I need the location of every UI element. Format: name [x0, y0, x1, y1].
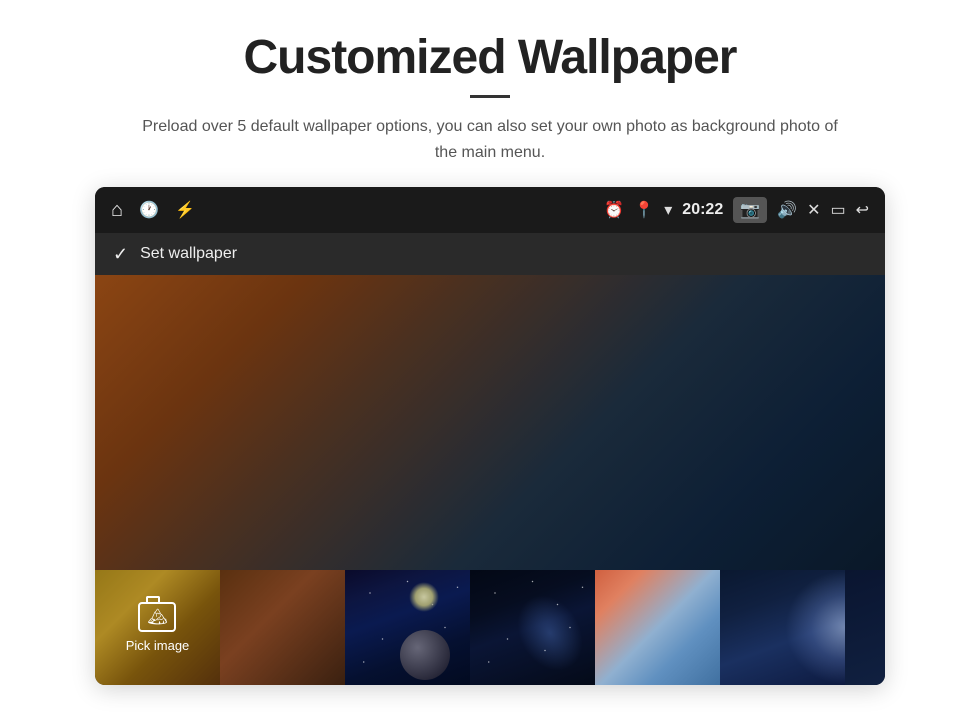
thumbnail-dark[interactable] — [845, 570, 885, 685]
thumbnail-space1[interactable] — [345, 570, 470, 685]
planet-shape — [400, 630, 450, 680]
home-icon[interactable]: ⌂ — [111, 199, 123, 222]
page-wrapper: Customized Wallpaper Preload over 5 defa… — [0, 0, 980, 726]
title-divider — [470, 95, 510, 98]
set-wallpaper-label: Set wallpaper — [140, 245, 237, 263]
volume-icon[interactable]: 🔊 — [777, 200, 797, 220]
thumbnail-wave[interactable] — [595, 570, 720, 685]
pick-image-label: 🏔 Pick image — [126, 602, 190, 653]
device-frame: ⌂ 🕐 ⚡ ⏰ 📍 ▾ 20:22 📷 🔊 ✕ ▭ ↩ ✓ Set wallp — [95, 187, 885, 685]
wifi-icon: ▾ — [664, 200, 672, 220]
back-icon[interactable]: ↩ — [856, 200, 869, 220]
status-bar: ⌂ 🕐 ⚡ ⏰ 📍 ▾ 20:22 📷 🔊 ✕ ▭ ↩ — [95, 187, 885, 233]
status-bar-right: ⏰ 📍 ▾ 20:22 📷 🔊 ✕ ▭ ↩ — [604, 197, 869, 223]
alarm-icon: ⏰ — [604, 200, 624, 220]
thumbnail-pick-image[interactable]: 🏔 Pick image — [95, 570, 220, 685]
camera-button[interactable]: 📷 — [733, 197, 767, 223]
wallpaper-preview — [95, 275, 885, 570]
page-title: Customized Wallpaper — [244, 30, 737, 85]
check-icon: ✓ — [113, 244, 128, 265]
close-icon[interactable]: ✕ — [807, 200, 820, 220]
pick-image-text: Pick image — [126, 638, 190, 653]
camera-icon: 📷 — [740, 200, 760, 220]
subtitle: Preload over 5 default wallpaper options… — [140, 114, 840, 165]
thumbnail-space2[interactable] — [470, 570, 595, 685]
wallpaper-bar: ✓ Set wallpaper — [95, 233, 885, 275]
clock-icon: 🕐 — [139, 200, 159, 220]
status-bar-left: ⌂ 🕐 ⚡ — [111, 199, 195, 222]
thumbnail-strip: 🏔 Pick image — [95, 570, 885, 685]
window-icon[interactable]: ▭ — [830, 200, 845, 220]
stars-overlay-2 — [470, 570, 595, 685]
thumbnail-blue[interactable] — [720, 570, 845, 685]
pick-image-icon: 🏔 — [138, 602, 176, 632]
status-time: 20:22 — [682, 201, 723, 219]
thumbnail-warm[interactable] — [220, 570, 345, 685]
location-icon: 📍 — [634, 200, 654, 220]
usb-icon: ⚡ — [175, 200, 195, 220]
